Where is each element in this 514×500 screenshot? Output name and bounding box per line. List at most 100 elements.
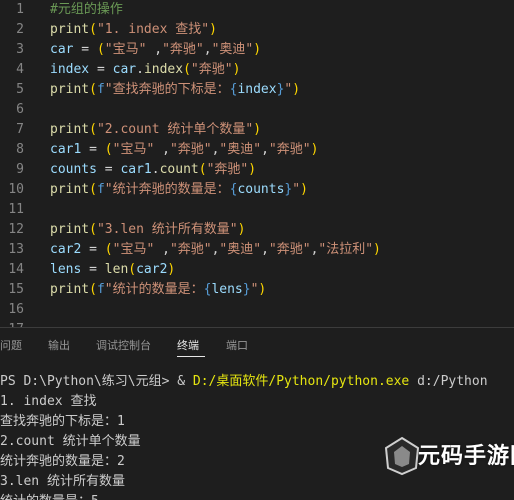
- code-token: count: [159, 162, 199, 177]
- code-token: (: [89, 222, 97, 237]
- code-editor[interactable]: 1 #元组的操作 2 print("1. index 查找") 3 car = ("宝马"…: [0, 0, 514, 327]
- code-token: f: [96, 182, 105, 197]
- code-token: #元组的操作: [50, 2, 123, 17]
- code-line[interactable]: 15 print(f"统计的数量是：{lens}"): [0, 280, 514, 300]
- code-content: print(f"查找奔驰的下标是：{index}"): [50, 80, 300, 100]
- code-token: ): [373, 242, 381, 257]
- code-line[interactable]: 6: [0, 100, 514, 120]
- code-token: (: [104, 242, 113, 257]
- code-line[interactable]: 7 print("2.count 统计单个数量"): [0, 120, 514, 140]
- code-line[interactable]: 17: [0, 320, 514, 327]
- code-line[interactable]: 2 print("1. index 查找"): [0, 20, 514, 40]
- code-line[interactable]: 4 index = car.index("奔驰"): [0, 60, 514, 80]
- code-token: ): [209, 22, 217, 37]
- code-content: print("3.len 统计所有数量"): [50, 220, 245, 240]
- terminal-output-line: 3.len 统计所有数量: [0, 474, 125, 489]
- code-line[interactable]: 9 counts = car1.count("奔驰"): [0, 160, 514, 180]
- code-token: ): [292, 82, 301, 97]
- code-token: =: [81, 262, 105, 277]
- code-token: ,: [146, 42, 163, 57]
- code-line[interactable]: 3 car = ("宝马" ,"奔驰","奥迪"): [0, 40, 514, 60]
- line-number: 11: [8, 202, 24, 217]
- code-token: (: [128, 262, 137, 277]
- code-content: index = car.index("奔驰"): [50, 60, 240, 80]
- code-token: index: [237, 82, 277, 97]
- code-token: "宝马": [112, 142, 155, 157]
- code-token: (: [89, 22, 97, 37]
- code-token: ,: [203, 42, 212, 57]
- code-token: "奔驰": [206, 162, 249, 177]
- code-content: lens = len(car2): [50, 260, 175, 280]
- watermark-logo-icon: [384, 436, 420, 476]
- code-token: "统计的数量是：: [104, 282, 204, 297]
- line-number: 14: [8, 262, 24, 277]
- tab-ports[interactable]: 端口: [226, 328, 248, 364]
- code-token: ): [253, 42, 262, 57]
- code-token: "奔驰": [190, 62, 233, 77]
- code-token: lens: [50, 262, 82, 277]
- code-token: (: [104, 142, 113, 157]
- code-token: "奔驰": [169, 142, 212, 157]
- line-number: 16: [8, 302, 24, 317]
- code-token: "奥迪": [219, 142, 262, 157]
- code-token: (: [96, 42, 105, 57]
- code-token: ): [237, 222, 246, 237]
- code-line[interactable]: 10 print(f"统计奔驰的数量是：{counts}"): [0, 180, 514, 200]
- code-token: car1: [50, 142, 82, 157]
- code-token: =: [89, 62, 113, 77]
- code-token: print: [50, 182, 90, 197]
- code-token: ): [167, 262, 176, 277]
- terminal-output-line: 查找奔驰的下标是：1: [0, 414, 125, 429]
- code-token: ): [258, 282, 267, 297]
- tab-terminal[interactable]: 终端: [177, 328, 199, 364]
- code-token: "2.count 统计单个数量": [96, 122, 254, 137]
- line-number: 9: [16, 162, 24, 177]
- code-token: (: [89, 82, 97, 97]
- code-token: len: [104, 262, 129, 277]
- code-token: counts: [50, 162, 97, 177]
- code-content: print(f"统计奔驰的数量是：{counts}"): [50, 180, 308, 200]
- code-line[interactable]: 12 print("3.len 统计所有数量"): [0, 220, 514, 240]
- code-content: print("2.count 统计单个数量"): [50, 120, 261, 140]
- code-line[interactable]: 14 lens = len(car2): [0, 260, 514, 280]
- code-token: print: [50, 22, 90, 37]
- code-line[interactable]: 8 car1 = ("宝马" ,"奔驰","奥迪","奔驰"): [0, 140, 514, 160]
- code-token: (: [89, 282, 97, 297]
- terminal-output-line: 统计奔驰的数量是：2: [0, 454, 125, 469]
- code-token: .: [136, 62, 144, 77]
- code-token: (: [198, 162, 207, 177]
- code-token: "奥迪": [211, 42, 254, 57]
- code-line[interactable]: 5 print(f"查找奔驰的下标是：{index}"): [0, 80, 514, 100]
- code-token: ,: [154, 242, 170, 257]
- tab-debug-console[interactable]: 调试控制台: [96, 328, 151, 364]
- line-number: 10: [8, 182, 24, 197]
- code-token: ,: [154, 142, 170, 157]
- code-token: "统计奔驰的数量是：: [104, 182, 230, 197]
- code-line[interactable]: 1 #元组的操作: [0, 0, 514, 20]
- line-number: 4: [16, 62, 24, 77]
- code-token: lens: [211, 282, 243, 297]
- code-line[interactable]: 16: [0, 300, 514, 320]
- code-token: "奔驰": [268, 142, 311, 157]
- prompt-prefix: PS D:\Python\练习\元组> &: [0, 374, 193, 389]
- code-content: print("1. index 查找"): [50, 20, 217, 40]
- code-token: "1. index 查找": [96, 22, 210, 37]
- code-token: ,: [261, 142, 269, 157]
- prompt-script-arg: d:/Python: [409, 374, 488, 389]
- watermark-text: 元码手游网: [418, 444, 514, 469]
- line-number: 1: [16, 2, 24, 17]
- code-token: (: [89, 182, 97, 197]
- code-token: =: [81, 142, 105, 157]
- tab-problems[interactable]: 问题: [0, 328, 22, 364]
- tab-output[interactable]: 输出: [48, 328, 70, 364]
- code-token: .: [151, 162, 160, 177]
- code-token: "奔驰": [162, 42, 204, 57]
- code-token: print: [50, 122, 90, 137]
- code-line[interactable]: 11: [0, 200, 514, 220]
- vscode-window: 1 #元组的操作 2 print("1. index 查找") 3 car = ("宝马"…: [0, 0, 514, 500]
- code-token: (: [183, 62, 191, 77]
- code-token: print: [50, 282, 90, 297]
- code-token: "奥迪": [219, 242, 262, 257]
- code-line[interactable]: 13 car2 = ("宝马" ,"奔驰","奥迪","奔驰","法拉利"): [0, 240, 514, 260]
- terminal-output-line: 2.count 统计单个数量: [0, 434, 141, 449]
